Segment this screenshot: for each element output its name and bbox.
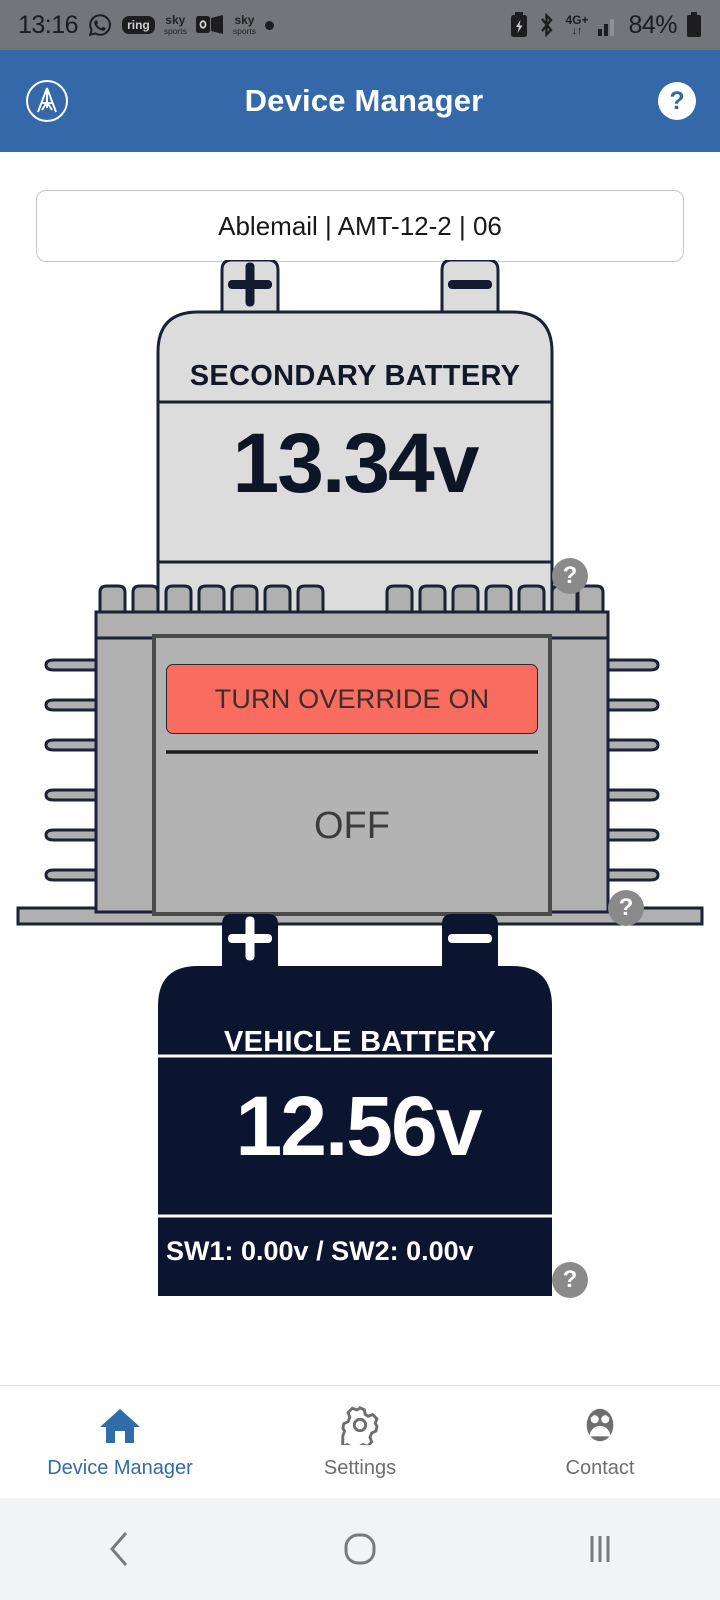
nav-item-contact[interactable]: Contact (480, 1405, 720, 1480)
secondary-battery-help-icon[interactable]: ? (552, 558, 588, 594)
page-title: Device Manager (244, 83, 484, 118)
home-circle-icon[interactable] (240, 1527, 480, 1571)
back-chevron-icon[interactable] (0, 1527, 240, 1571)
device-selector[interactable]: Ablemail | AMT-12-2 | 06 (36, 190, 684, 262)
charger-heatsink-graphic (16, 584, 704, 926)
recent-apps-icon[interactable] (480, 1527, 720, 1571)
battery-saver-icon (510, 12, 528, 38)
header-help-icon[interactable]: ? (658, 82, 696, 120)
status-bar-right-group: 4G+ ↓↑ 84% (510, 11, 702, 40)
home-icon (98, 1405, 142, 1450)
app-screen: 13:16 ring sky sports sky sports 4G+ ↓↑ … (0, 0, 720, 1600)
main-content: Ablemail | AMT-12-2 | 06 SECONDARY BATTE… (0, 152, 720, 1385)
vehicle-battery-switch-readings: SW1: 0.00v / SW2: 0.00v (166, 1236, 474, 1266)
android-status-bar: 13:16 ring sky sports sky sports 4G+ ↓↑ … (0, 0, 720, 50)
gear-icon (339, 1405, 381, 1452)
outlook-icon (195, 14, 224, 36)
charger-status-value: OFF (314, 805, 390, 847)
bluetooth-icon (537, 12, 556, 38)
ablemail-logo[interactable] (24, 78, 70, 124)
sky-sports-icon-2-top: sky (234, 13, 255, 28)
sky-sports-icon-2-bottom: sports (232, 25, 257, 36)
vehicle-battery-voltage: 12.56v (235, 1079, 483, 1173)
override-toggle-button[interactable]: TURN OVERRIDE ON (166, 664, 538, 734)
sky-sports-icon-bottom: sports (163, 25, 187, 36)
secondary-battery-label: SECONDARY BATTERY (189, 360, 521, 392)
secondary-battery-voltage: 13.34v (232, 416, 480, 510)
battery-icon (686, 12, 702, 38)
sky-sports-icon-top: sky (165, 13, 186, 28)
nav-item-device-manager[interactable]: Device Manager (0, 1405, 240, 1480)
vehicle-battery-label: VEHICLE BATTERY (224, 1026, 496, 1058)
whatsapp-icon (87, 12, 113, 38)
sky-sports-icon-2: sky sports (232, 13, 257, 36)
app-header: Device Manager ? (0, 50, 720, 152)
device-schematic: SECONDARY BATTERY 13.34v ? TURN OVERRIDE… (0, 260, 720, 1380)
signal-bars-icon (597, 13, 619, 37)
mobile-data-icon-arrows: ↓↑ (571, 24, 583, 37)
nav-item-device-manager-label: Device Manager (47, 1456, 193, 1479)
battery-percent-label: 84% (628, 10, 677, 39)
ring-icon: ring (122, 16, 155, 34)
mobile-data-icon-label: 4G+ (565, 12, 589, 27)
sky-sports-icon: sky sports (163, 13, 187, 36)
status-bar-left-group: 13:16 ring sky sports sky sports (18, 11, 510, 40)
nav-item-contact-label: Contact (565, 1456, 635, 1479)
nav-item-settings[interactable]: Settings (240, 1405, 480, 1480)
contacts-icon (579, 1405, 621, 1450)
bottom-navigation: Device Manager Settings Contact (0, 1385, 720, 1498)
more-notifications-icon (265, 20, 275, 30)
status-bar-clock: 13:16 (18, 10, 79, 39)
mobile-data-icon: 4G+ ↓↑ (565, 14, 588, 37)
vehicle-battery-help-icon[interactable]: ? (552, 1262, 588, 1298)
nav-item-settings-label: Settings (323, 1456, 397, 1479)
charger-help-icon[interactable]: ? (608, 890, 644, 926)
android-navigation-bar (0, 1498, 720, 1600)
